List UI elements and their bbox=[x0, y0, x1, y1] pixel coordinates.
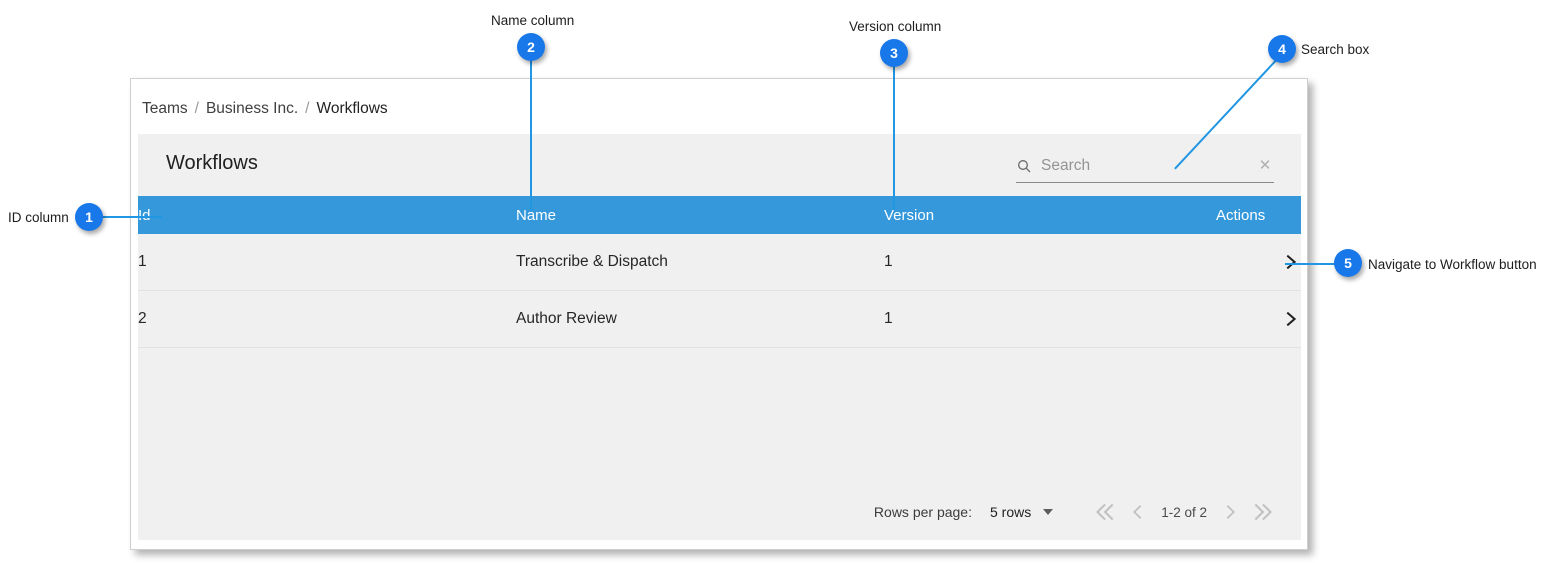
breadcrumb-item-workflows[interactable]: Workflows bbox=[316, 100, 387, 118]
search-input[interactable] bbox=[1041, 157, 1256, 175]
annotation-label-2: Name column bbox=[491, 13, 575, 28]
first-page-button[interactable] bbox=[1087, 495, 1121, 529]
card-toolbar: Workflows ✕ bbox=[138, 134, 1301, 196]
previous-page-button[interactable] bbox=[1121, 495, 1155, 529]
workflows-table: Id Name Version Actions 1 Transcribe & D… bbox=[138, 196, 1301, 348]
last-page-button[interactable] bbox=[1247, 495, 1281, 529]
app-window: Teams / Business Inc. / Workflows Workfl… bbox=[130, 78, 1308, 550]
cell-id: 2 bbox=[138, 290, 516, 348]
table-header-row: Id Name Version Actions bbox=[138, 196, 1301, 234]
rows-per-page-value: 5 rows bbox=[989, 504, 1032, 520]
table-row[interactable]: 2 Author Review 1 bbox=[138, 290, 1301, 348]
breadcrumb-separator: / bbox=[305, 100, 310, 117]
annotation-badge-5[interactable]: 5 bbox=[1334, 249, 1362, 277]
column-header-name[interactable]: Name bbox=[516, 196, 884, 234]
cell-name: Transcribe & Dispatch bbox=[516, 234, 884, 291]
page-title: Workflows bbox=[166, 152, 258, 174]
cell-version: 1 bbox=[884, 234, 1216, 291]
cell-actions bbox=[1216, 234, 1301, 291]
pagination-bar: Rows per page: 5 rows 1-2 of 2 bbox=[138, 484, 1301, 540]
annotation-badge-3[interactable]: 3 bbox=[880, 39, 908, 67]
search-icon bbox=[1016, 158, 1032, 174]
breadcrumb: Teams / Business Inc. / Workflows bbox=[142, 89, 388, 129]
breadcrumb-separator: / bbox=[194, 100, 199, 117]
annotation-badge-4[interactable]: 4 bbox=[1268, 35, 1296, 63]
table-row[interactable]: 1 Transcribe & Dispatch 1 bbox=[138, 234, 1301, 291]
close-icon[interactable]: ✕ bbox=[1256, 157, 1274, 175]
annotation-label-1: ID column bbox=[8, 210, 69, 225]
workflows-card: Workflows ✕ Id Name Ve bbox=[138, 134, 1301, 540]
annotation-label-4: Search box bbox=[1301, 42, 1370, 57]
annotation-label-5: Navigate to Workflow button bbox=[1368, 257, 1537, 272]
column-header-id[interactable]: Id bbox=[138, 196, 516, 234]
column-header-version[interactable]: Version bbox=[884, 196, 1216, 234]
breadcrumb-item-business-inc[interactable]: Business Inc. bbox=[206, 100, 298, 118]
cell-name: Author Review bbox=[516, 290, 884, 348]
column-header-actions: Actions bbox=[1216, 196, 1301, 234]
table-body: 1 Transcribe & Dispatch 1 2 Author Revie… bbox=[138, 234, 1301, 348]
annotation-label-3: Version column bbox=[849, 19, 942, 34]
search-box[interactable]: ✕ bbox=[1016, 150, 1274, 183]
rows-per-page-select[interactable]: 5 rows bbox=[989, 504, 1054, 520]
table-header: Id Name Version Actions bbox=[138, 196, 1301, 234]
cell-version: 1 bbox=[884, 290, 1216, 348]
annotation-badge-1[interactable]: 1 bbox=[75, 203, 103, 231]
rows-per-page-label: Rows per page: bbox=[873, 504, 972, 520]
pagination-range: 1-2 of 2 bbox=[1161, 504, 1207, 520]
chevron-right-icon[interactable] bbox=[1279, 308, 1301, 330]
annotation-badge-2[interactable]: 2 bbox=[517, 33, 545, 61]
chevron-down-icon bbox=[1043, 509, 1054, 515]
breadcrumb-item-teams[interactable]: Teams bbox=[142, 100, 188, 118]
cell-actions bbox=[1216, 290, 1301, 348]
cell-id: 1 bbox=[138, 234, 516, 291]
chevron-right-icon[interactable] bbox=[1279, 251, 1301, 273]
next-page-button[interactable] bbox=[1213, 495, 1247, 529]
table-empty-area bbox=[138, 348, 1301, 488]
